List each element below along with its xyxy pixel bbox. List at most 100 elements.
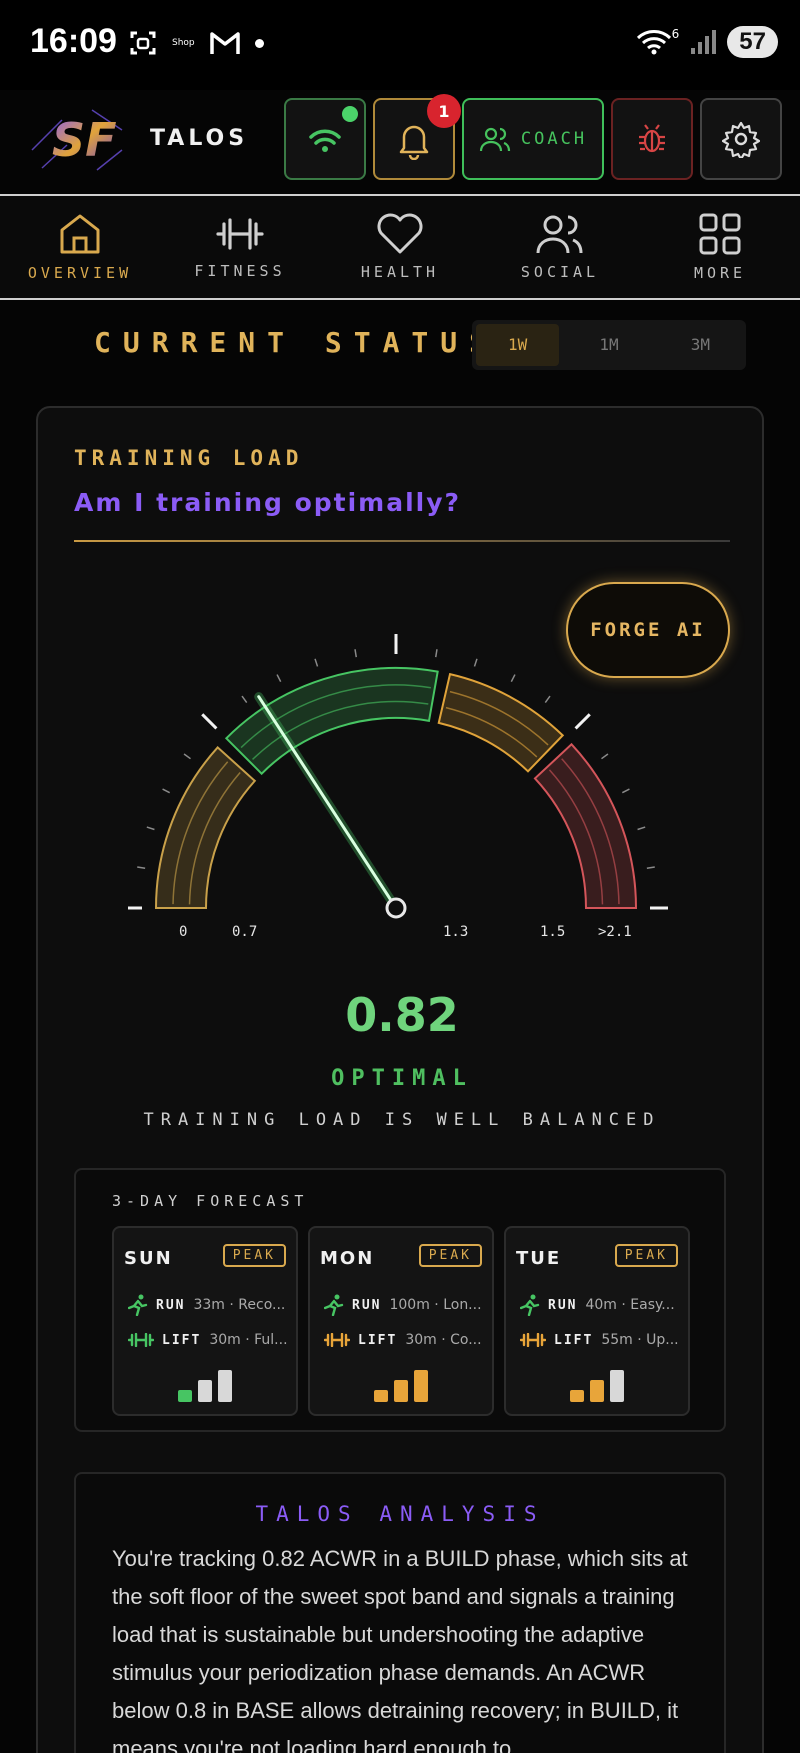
- app-logo: SF: [31, 109, 123, 171]
- run-line: RUN 100m · Lon...: [324, 1294, 488, 1316]
- social-users-icon: [536, 215, 583, 254]
- wifi-icon: [309, 129, 341, 152]
- gear-icon: [722, 121, 760, 158]
- nav-label-overview: OVERVIEW: [27, 264, 133, 282]
- gauge-tick: [162, 788, 171, 794]
- intensity-bars: [114, 1368, 296, 1402]
- nav-social[interactable]: SOCIAL: [480, 196, 640, 298]
- card-divider: [74, 540, 730, 542]
- forecast-day-tue[interactable]: TUE PEAK RUN 40m · Easy... LIFT 55m · Up…: [504, 1226, 690, 1416]
- status-notification-icons: Shop: [128, 28, 264, 58]
- nav-fitness[interactable]: FITNESS: [160, 196, 320, 298]
- run-line: RUN 40m · Easy...: [520, 1294, 684, 1316]
- acwr-description: TRAINING LOAD IS WELL BALANCED: [143, 1110, 661, 1130]
- section-title: CURRENT STATUS: [94, 326, 499, 359]
- run-detail: 100m · Lon...: [389, 1297, 482, 1313]
- gauge-tick: [201, 713, 218, 730]
- run-detail: 40m · Easy...: [585, 1297, 675, 1313]
- scale-label-1-3: 1.3: [443, 924, 469, 940]
- settings-button[interactable]: [700, 98, 782, 180]
- scale-label-2-1: >2.1: [598, 924, 632, 940]
- forge-ai-button[interactable]: FORGE AI: [566, 582, 730, 678]
- gauge-tick: [510, 674, 516, 683]
- nav-health[interactable]: HEALTH: [320, 196, 480, 298]
- lift-line: LIFT 30m · Ful...: [128, 1332, 292, 1348]
- nav-label-health: HEALTH: [360, 263, 440, 281]
- lift-detail: 30m · Co...: [405, 1332, 482, 1348]
- range-option-3m[interactable]: 3M: [659, 324, 742, 366]
- status-time: 16:09: [30, 22, 117, 60]
- gauge-zone-caution: [437, 672, 565, 773]
- lift-line: LIFT 30m · Co...: [324, 1332, 488, 1348]
- analysis-panel: TALOS ANALYSIS You're tracking 0.82 ACWR…: [74, 1472, 726, 1753]
- nav-more[interactable]: MORE: [640, 196, 800, 298]
- card-question: Am I training optimally?: [74, 488, 462, 517]
- notification-badge: 1: [427, 94, 461, 128]
- gauge-tick: [544, 695, 551, 703]
- gauge-tick: [241, 695, 248, 703]
- coach-button[interactable]: COACH: [462, 98, 604, 180]
- gauge-hub: [385, 897, 407, 919]
- run-label: RUN: [548, 1297, 578, 1313]
- run-label: RUN: [156, 1297, 186, 1313]
- notifications-button[interactable]: 1: [373, 94, 461, 180]
- range-option-1w[interactable]: 1W: [476, 324, 560, 366]
- intensity-bar: [394, 1380, 408, 1402]
- gauge-tick: [137, 866, 146, 870]
- connected-indicator: [342, 106, 358, 122]
- intensity-bar: [610, 1370, 624, 1402]
- nav-overview[interactable]: OVERVIEW: [0, 196, 160, 298]
- wifi-status-icon: [636, 30, 671, 55]
- nav-label-fitness: FITNESS: [194, 262, 286, 280]
- lift-label: LIFT: [554, 1332, 594, 1348]
- lift-line: LIFT 55m · Up...: [520, 1332, 684, 1348]
- users-icon: [479, 127, 511, 152]
- gauge-tick: [314, 658, 319, 667]
- signal-label: 6: [671, 27, 680, 41]
- lift-label: LIFT: [162, 1332, 202, 1348]
- intensity-bars: [506, 1368, 688, 1402]
- home-icon: [60, 214, 100, 254]
- app-title: TALOS: [150, 126, 249, 151]
- nav-label-social: SOCIAL: [520, 263, 600, 281]
- lift-detail: 55m · Up...: [601, 1332, 679, 1348]
- run-icon: [520, 1294, 540, 1316]
- intensity-bar: [178, 1390, 192, 1402]
- lift-detail: 30m · Ful...: [209, 1332, 288, 1348]
- gauge-tick: [646, 866, 655, 870]
- gauge-tick: [621, 788, 630, 794]
- coach-label: COACH: [520, 129, 588, 149]
- lift-label: LIFT: [358, 1332, 398, 1348]
- range-option-1m[interactable]: 1M: [567, 324, 650, 366]
- lift-icon: [324, 1333, 350, 1347]
- signal-icon: [691, 30, 717, 54]
- gauge-tick: [434, 649, 438, 658]
- intensity-bar: [570, 1390, 584, 1402]
- forecast-title: 3-DAY FORECAST: [112, 1192, 309, 1210]
- bug-report-button[interactable]: [611, 98, 693, 180]
- intensity-bar: [374, 1390, 388, 1402]
- run-icon: [324, 1294, 344, 1316]
- screenshot-icon: [130, 31, 156, 55]
- forecast-day-name: TUE: [516, 1248, 562, 1269]
- scale-label-1-5: 1.5: [540, 924, 566, 940]
- lift-icon: [128, 1333, 154, 1347]
- forecast-panel: 3-DAY FORECAST SUN PEAK RUN 33m · Reco..…: [74, 1168, 726, 1432]
- dumbbell-icon: [216, 218, 264, 250]
- grid-icon: [699, 213, 741, 255]
- card-eyebrow: TRAINING LOAD: [74, 446, 304, 470]
- run-detail: 33m · Reco...: [193, 1297, 286, 1313]
- gauge-tick: [354, 649, 358, 658]
- gauge-tick: [146, 826, 155, 831]
- forecast-day-mon[interactable]: MON PEAK RUN 100m · Lon... LIFT 30m · Co…: [308, 1226, 494, 1416]
- analysis-text: You're tracking 0.82 ACWR in a BUILD pha…: [112, 1546, 688, 1753]
- gauge-tick: [183, 753, 191, 760]
- range-toggle: 1W 1M 3M: [472, 320, 746, 370]
- run-label: RUN: [352, 1297, 382, 1313]
- forecast-day-sun[interactable]: SUN PEAK RUN 33m · Reco... LIFT 30m · Fu…: [112, 1226, 298, 1416]
- connection-button[interactable]: [284, 98, 366, 180]
- intensity-bar: [218, 1370, 232, 1402]
- heart-icon: [377, 213, 423, 254]
- gauge-tick: [601, 753, 609, 760]
- app-header: SF TALOS 1 COACH: [0, 90, 800, 192]
